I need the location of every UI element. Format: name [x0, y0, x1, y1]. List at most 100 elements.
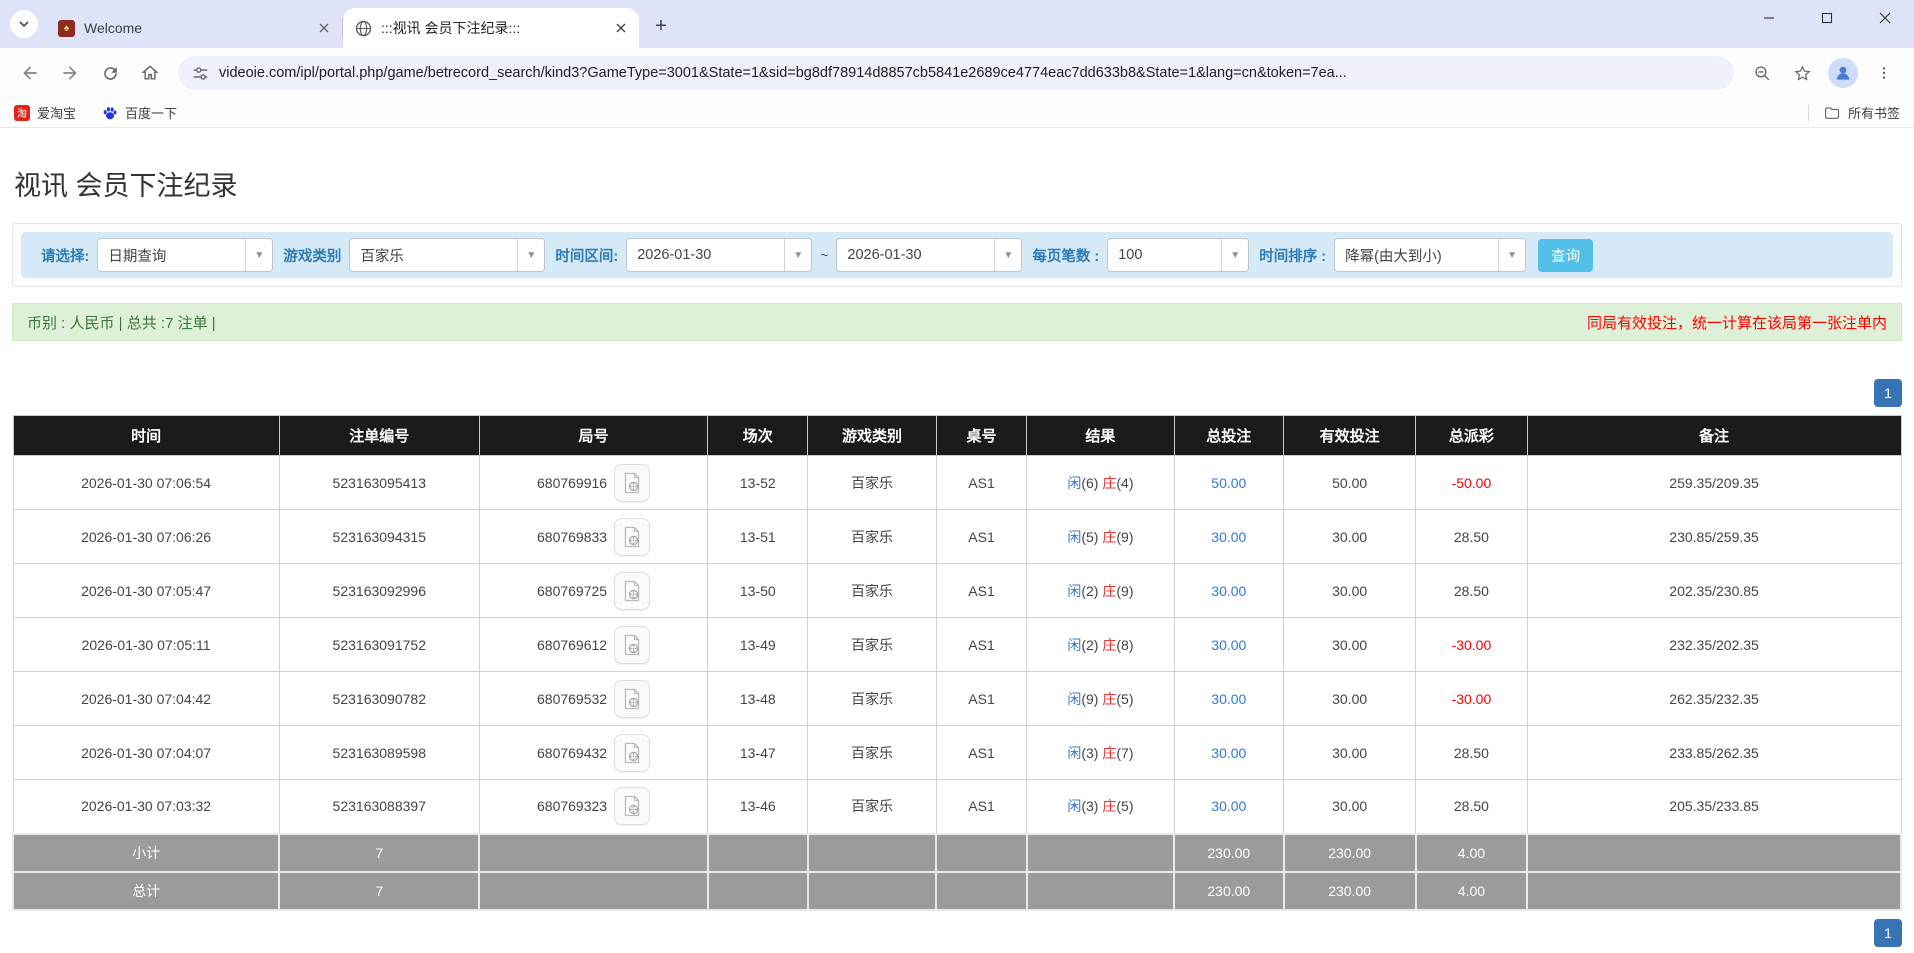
query-type-select[interactable]: 日期查询 ▼ [97, 238, 273, 272]
close-window-button[interactable] [1856, 0, 1914, 36]
chevron-down-icon[interactable]: ▼ [1498, 239, 1525, 271]
all-bookmarks-button[interactable]: 所有书签 [1823, 103, 1900, 122]
result-player-score: (5) [1081, 529, 1098, 545]
payout-value: 28.50 [1416, 510, 1527, 564]
minimize-button[interactable] [1740, 0, 1798, 36]
total-bet-link[interactable]: 30.00 [1211, 583, 1246, 599]
home-button[interactable] [133, 56, 167, 90]
column-header-6: 结果 [1027, 416, 1174, 456]
three-dot-menu-icon [1876, 65, 1892, 81]
chevron-down-icon[interactable]: ▼ [245, 239, 272, 271]
empty-cell [808, 834, 936, 872]
zoom-button[interactable] [1745, 56, 1779, 90]
total-bet-link[interactable]: 30.00 [1211, 745, 1246, 761]
tab-close-button[interactable] [315, 20, 332, 37]
new-tab-button[interactable]: + [647, 12, 675, 40]
video-replay-button[interactable] [614, 787, 650, 825]
subtotal-payout: 4.00 [1416, 834, 1527, 872]
browser-menu-button[interactable] [1867, 56, 1901, 90]
table-row: 2026-01-30 07:03:32 523163088397 6807693… [13, 780, 1901, 834]
bet-time: 2026-01-30 07:05:47 [13, 564, 279, 618]
home-icon [140, 63, 160, 83]
tab-title: :::视讯 会员下注纪录::: [381, 18, 612, 38]
valid-bet: 30.00 [1284, 618, 1416, 672]
valid-bet: 30.00 [1284, 780, 1416, 834]
total-label: 总计 [13, 872, 279, 910]
total-bet-link[interactable]: 30.00 [1211, 529, 1246, 545]
payout-value: 28.50 [1416, 780, 1527, 834]
page-size-select[interactable]: 100 ▼ [1107, 238, 1249, 272]
chevron-down-icon[interactable]: ▼ [994, 239, 1021, 271]
tab-bet-records[interactable]: :::视讯 会员下注纪录::: [343, 8, 639, 48]
date-to-input[interactable]: 2026-01-30 ▼ [836, 238, 1022, 272]
result-cell: 闲(5) 庄(9) [1027, 510, 1174, 564]
tab-close-button[interactable] [612, 20, 629, 37]
video-replay-button[interactable] [614, 518, 650, 556]
round-id: 680769532 [537, 691, 607, 707]
chevron-down-icon[interactable]: ▼ [517, 239, 544, 271]
globe-favicon-icon [355, 20, 372, 37]
result-player-score: (2) [1081, 583, 1098, 599]
search-button[interactable]: 查询 [1538, 239, 1593, 272]
round-id-cell: 680769612 [479, 618, 707, 672]
close-icon [1879, 12, 1891, 24]
address-bar[interactable]: videoie.com/ipl/portal.php/game/betrecor… [178, 56, 1734, 90]
table-row: 2026-01-30 07:06:26 523163094315 6807698… [13, 510, 1901, 564]
bookmark-label: 百度一下 [125, 103, 177, 122]
video-replay-button[interactable] [614, 572, 650, 610]
result-player-score: (3) [1081, 745, 1098, 761]
tab-welcome[interactable]: ♠ Welcome [46, 8, 342, 48]
result-banker: 庄 [1102, 637, 1116, 653]
page-number-badge[interactable]: 1 [1874, 379, 1902, 407]
bet-records-table: 时间注单编号局号场次游戏类别桌号结果总投注有效投注总派彩备注 2026-01-3… [12, 415, 1902, 911]
total-bet-link[interactable]: 30.00 [1211, 798, 1246, 814]
time-sort-select[interactable]: 降幂(由大到小) ▼ [1334, 238, 1526, 272]
result-banker: 庄 [1102, 583, 1116, 599]
bookmark-baidu[interactable]: 百度一下 [102, 103, 177, 122]
total-bet-link[interactable]: 30.00 [1211, 637, 1246, 653]
time-sort-value: 降幂(由大到小) [1335, 239, 1498, 271]
payout-value: -50.00 [1416, 456, 1527, 510]
page-number-badge[interactable]: 1 [1874, 919, 1902, 947]
valid-bet: 30.00 [1284, 672, 1416, 726]
table-row: 2026-01-30 07:05:11 523163091752 6807696… [13, 618, 1901, 672]
session: 13-47 [708, 726, 808, 780]
profile-avatar[interactable] [1828, 58, 1858, 88]
query-type-value: 日期查询 [98, 239, 245, 271]
total-bet-link[interactable]: 50.00 [1211, 475, 1246, 491]
session: 13-51 [708, 510, 808, 564]
maximize-button[interactable] [1798, 0, 1856, 36]
reload-button[interactable] [93, 56, 127, 90]
total-bet-link[interactable]: 30.00 [1211, 691, 1246, 707]
video-file-icon [622, 526, 642, 548]
payout-value: -30.00 [1416, 672, 1527, 726]
remark: 205.35/233.85 [1527, 780, 1901, 834]
subtotal-row: 小计 7 230.00 230.00 4.00 [13, 834, 1901, 872]
back-button[interactable] [13, 56, 47, 90]
date-from-input[interactable]: 2026-01-30 ▼ [626, 238, 812, 272]
result-banker-score: (5) [1116, 798, 1133, 814]
total-payout: 4.00 [1416, 872, 1527, 910]
tab-search-button[interactable] [10, 10, 38, 38]
video-replay-button[interactable] [614, 464, 650, 502]
result-player: 闲 [1067, 745, 1081, 761]
result-banker-score: (5) [1116, 691, 1133, 707]
valid-bet: 30.00 [1284, 726, 1416, 780]
welcome-tab-favicon-icon: ♠ [58, 20, 75, 37]
table-number: AS1 [936, 564, 1027, 618]
bet-id: 523163094315 [279, 510, 479, 564]
game-type: 百家乐 [808, 510, 936, 564]
forward-button[interactable] [53, 56, 87, 90]
bookmark-aitaobao[interactable]: 淘 爱淘宝 [14, 103, 76, 122]
video-replay-button[interactable] [614, 734, 650, 772]
column-header-3: 场次 [708, 416, 808, 456]
chevron-down-icon[interactable]: ▼ [1221, 239, 1248, 271]
session: 13-50 [708, 564, 808, 618]
video-replay-button[interactable] [614, 626, 650, 664]
valid-bet: 30.00 [1284, 564, 1416, 618]
chevron-down-icon[interactable]: ▼ [784, 239, 811, 271]
video-replay-button[interactable] [614, 680, 650, 718]
bookmark-star-button[interactable] [1785, 56, 1819, 90]
game-type-select[interactable]: 百家乐 ▼ [349, 238, 545, 272]
bet-time: 2026-01-30 07:04:42 [13, 672, 279, 726]
